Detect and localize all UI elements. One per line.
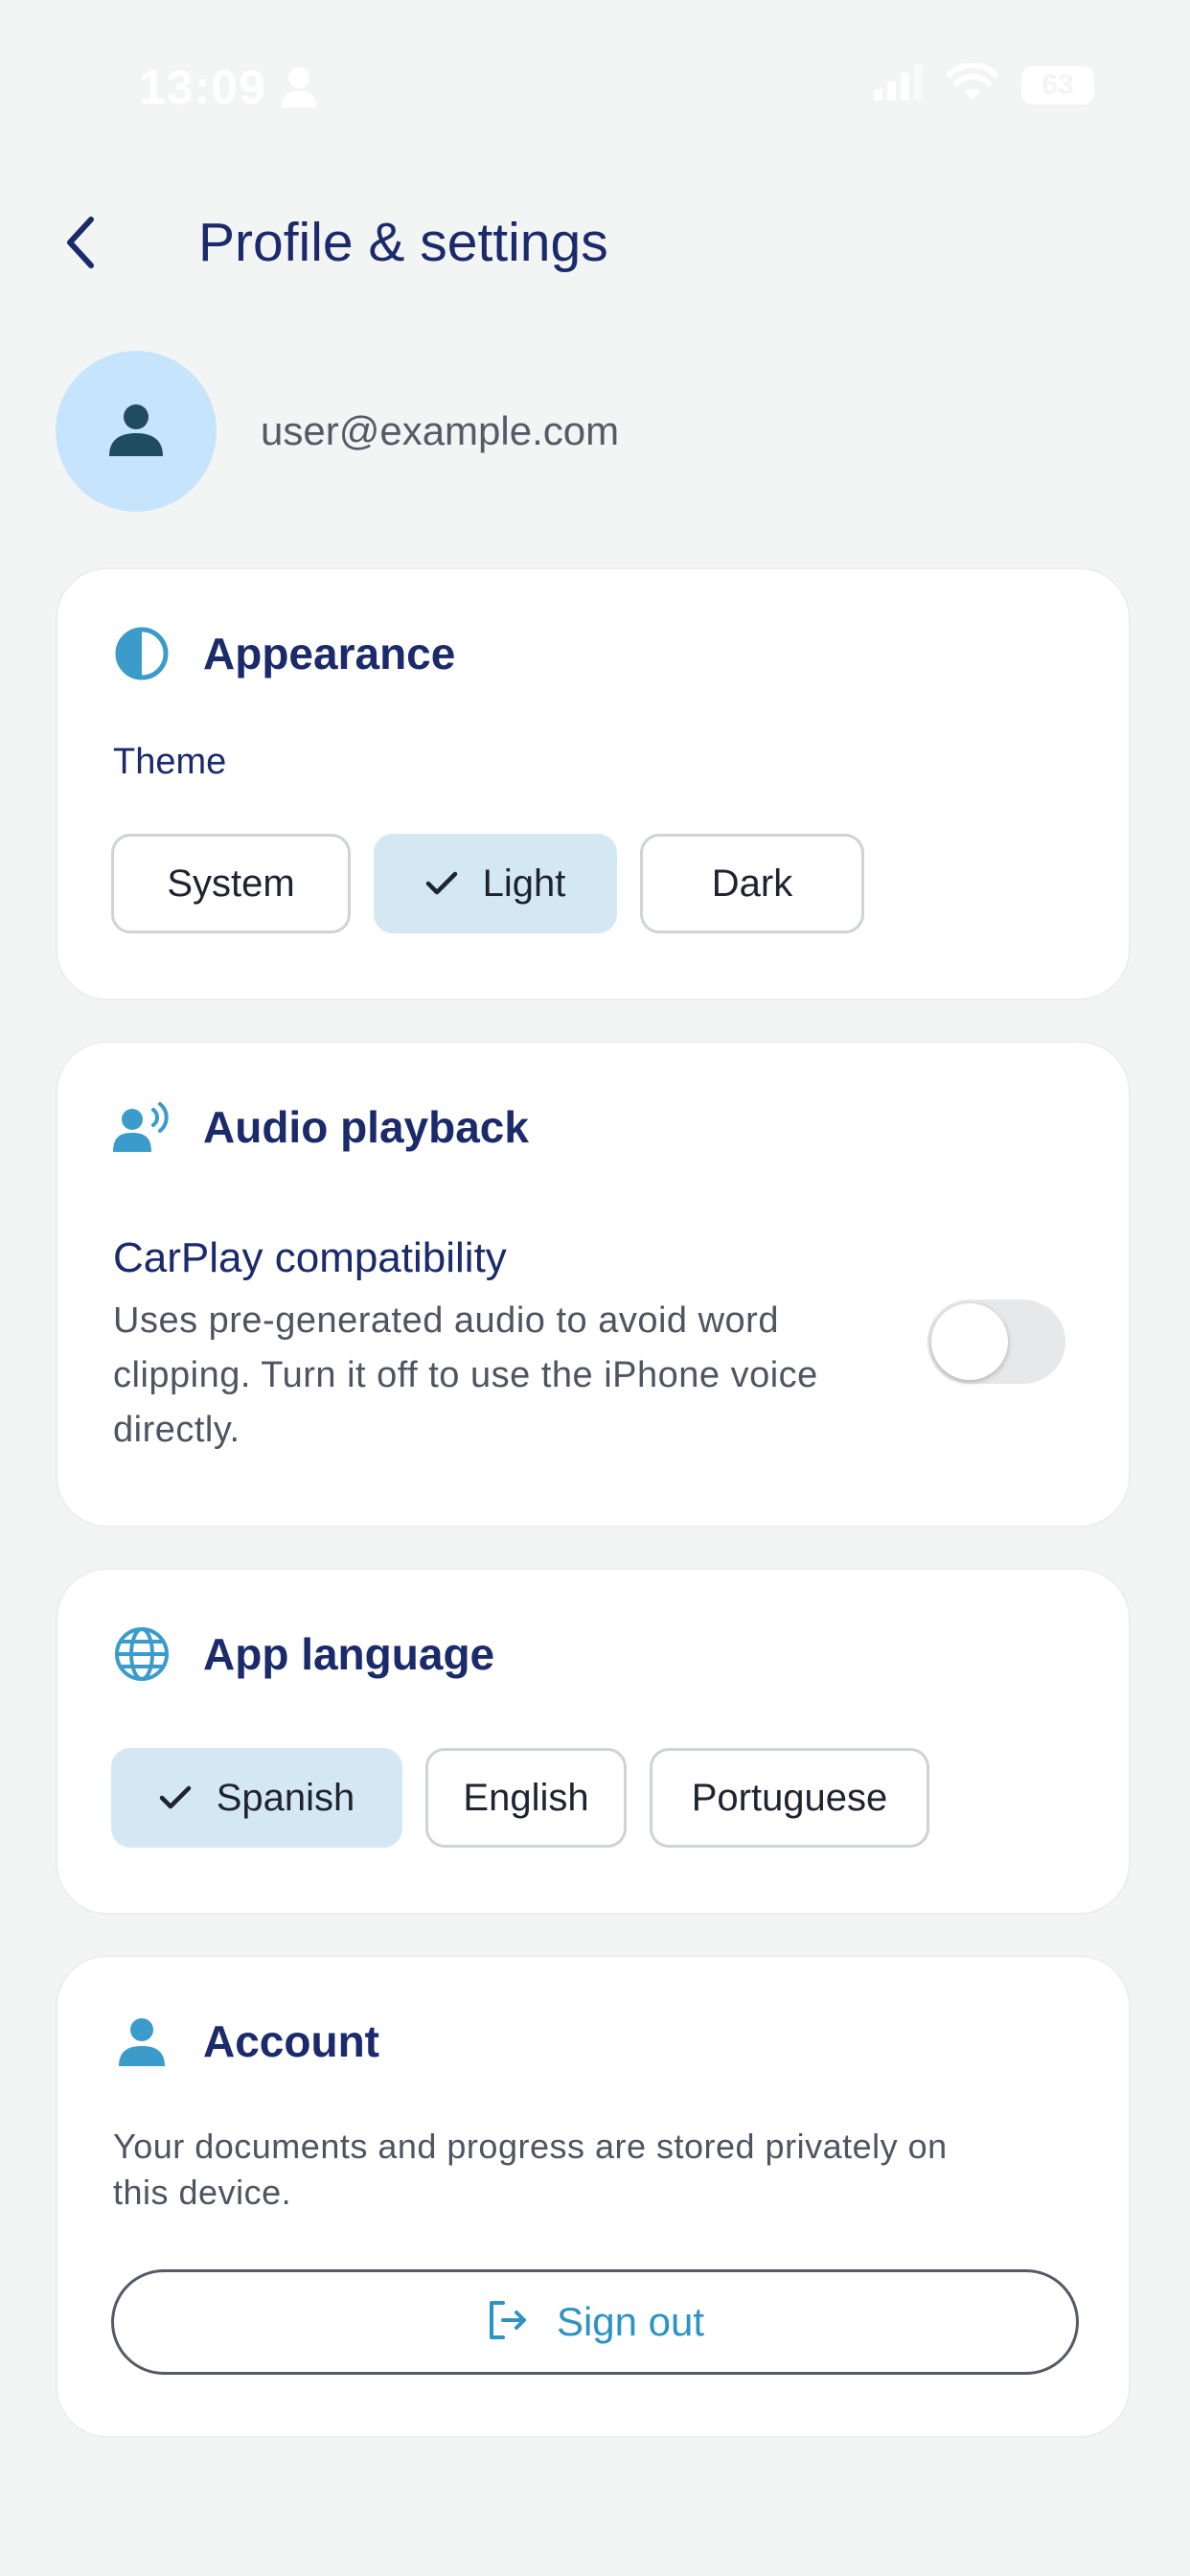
sign-out-label: Sign out [556,2299,705,2344]
check-icon [425,870,458,897]
status-time: 13:09 [139,60,266,114]
page-title: Profile & settings [198,212,608,273]
audio-title: Audio playback [203,1102,529,1152]
language-options: Spanish English Portuguese [111,1748,929,1848]
sign-out-icon [486,2299,528,2346]
status-indicators: 63 [874,62,1094,106]
theme-label: Theme [113,742,227,782]
carplay-setting-title: CarPlay compatibility [113,1234,507,1281]
theme-option-label: Light [482,862,566,905]
status-bar: 13:09 63 [0,0,1190,172]
appearance-title: Appearance [203,629,456,678]
carplay-toggle[interactable] [927,1300,1065,1384]
back-button[interactable] [48,211,115,278]
audio-header: Audio playback [113,1098,529,1156]
audio-card: Audio playback CarPlay compatibility Use… [56,1041,1131,1528]
avatar [56,351,217,512]
language-card: App language Spanish English Portuguese [56,1568,1131,1915]
account-description: Your documents and progress are stored p… [113,2127,948,2212]
theme-option-system[interactable]: System [111,834,351,933]
appearance-card: Appearance Theme System Light Dark [56,567,1131,1000]
toggle-knob [931,1303,1008,1380]
contrast-icon [113,625,171,682]
language-option-label: Spanish [216,1776,355,1819]
theme-options: System Light Dark [111,834,864,933]
account-title: Account [203,2016,379,2066]
globe-icon [113,1625,171,1683]
header: Profile & settings [0,192,1190,297]
sign-out-button[interactable]: Sign out [111,2269,1079,2375]
language-option-portuguese[interactable]: Portuguese [650,1748,929,1848]
signal-icon [874,64,924,105]
wifi-icon [947,62,998,106]
carplay-setting-description: Uses pre-generated audio to avoid word c… [113,1300,818,1450]
language-title: App language [203,1629,495,1679]
chevron-left-icon [62,214,101,276]
person-icon [107,401,165,463]
person-icon [280,65,318,114]
battery-level: 63 [1041,68,1074,101]
appearance-header: Appearance [113,625,455,682]
language-option-spanish[interactable]: Spanish [111,1748,402,1848]
theme-option-label: System [167,862,295,905]
theme-option-label: Dark [711,862,793,905]
user-email: user@example.com [261,408,620,453]
theme-option-light[interactable]: Light [374,834,617,933]
language-option-label: English [463,1776,589,1819]
speaking-person-icon [113,1098,171,1156]
language-option-label: Portuguese [691,1776,888,1819]
language-header: App language [113,1625,494,1683]
language-option-english[interactable]: English [425,1748,627,1848]
battery-icon: 63 [1021,65,1094,104]
theme-option-dark[interactable]: Dark [640,834,864,933]
account-header: Account [113,2012,379,2070]
check-icon [159,1784,192,1811]
account-card: Account Your documents and progress are … [56,1955,1131,2438]
profile-row: user@example.com [56,351,619,512]
person-icon [113,2012,171,2070]
